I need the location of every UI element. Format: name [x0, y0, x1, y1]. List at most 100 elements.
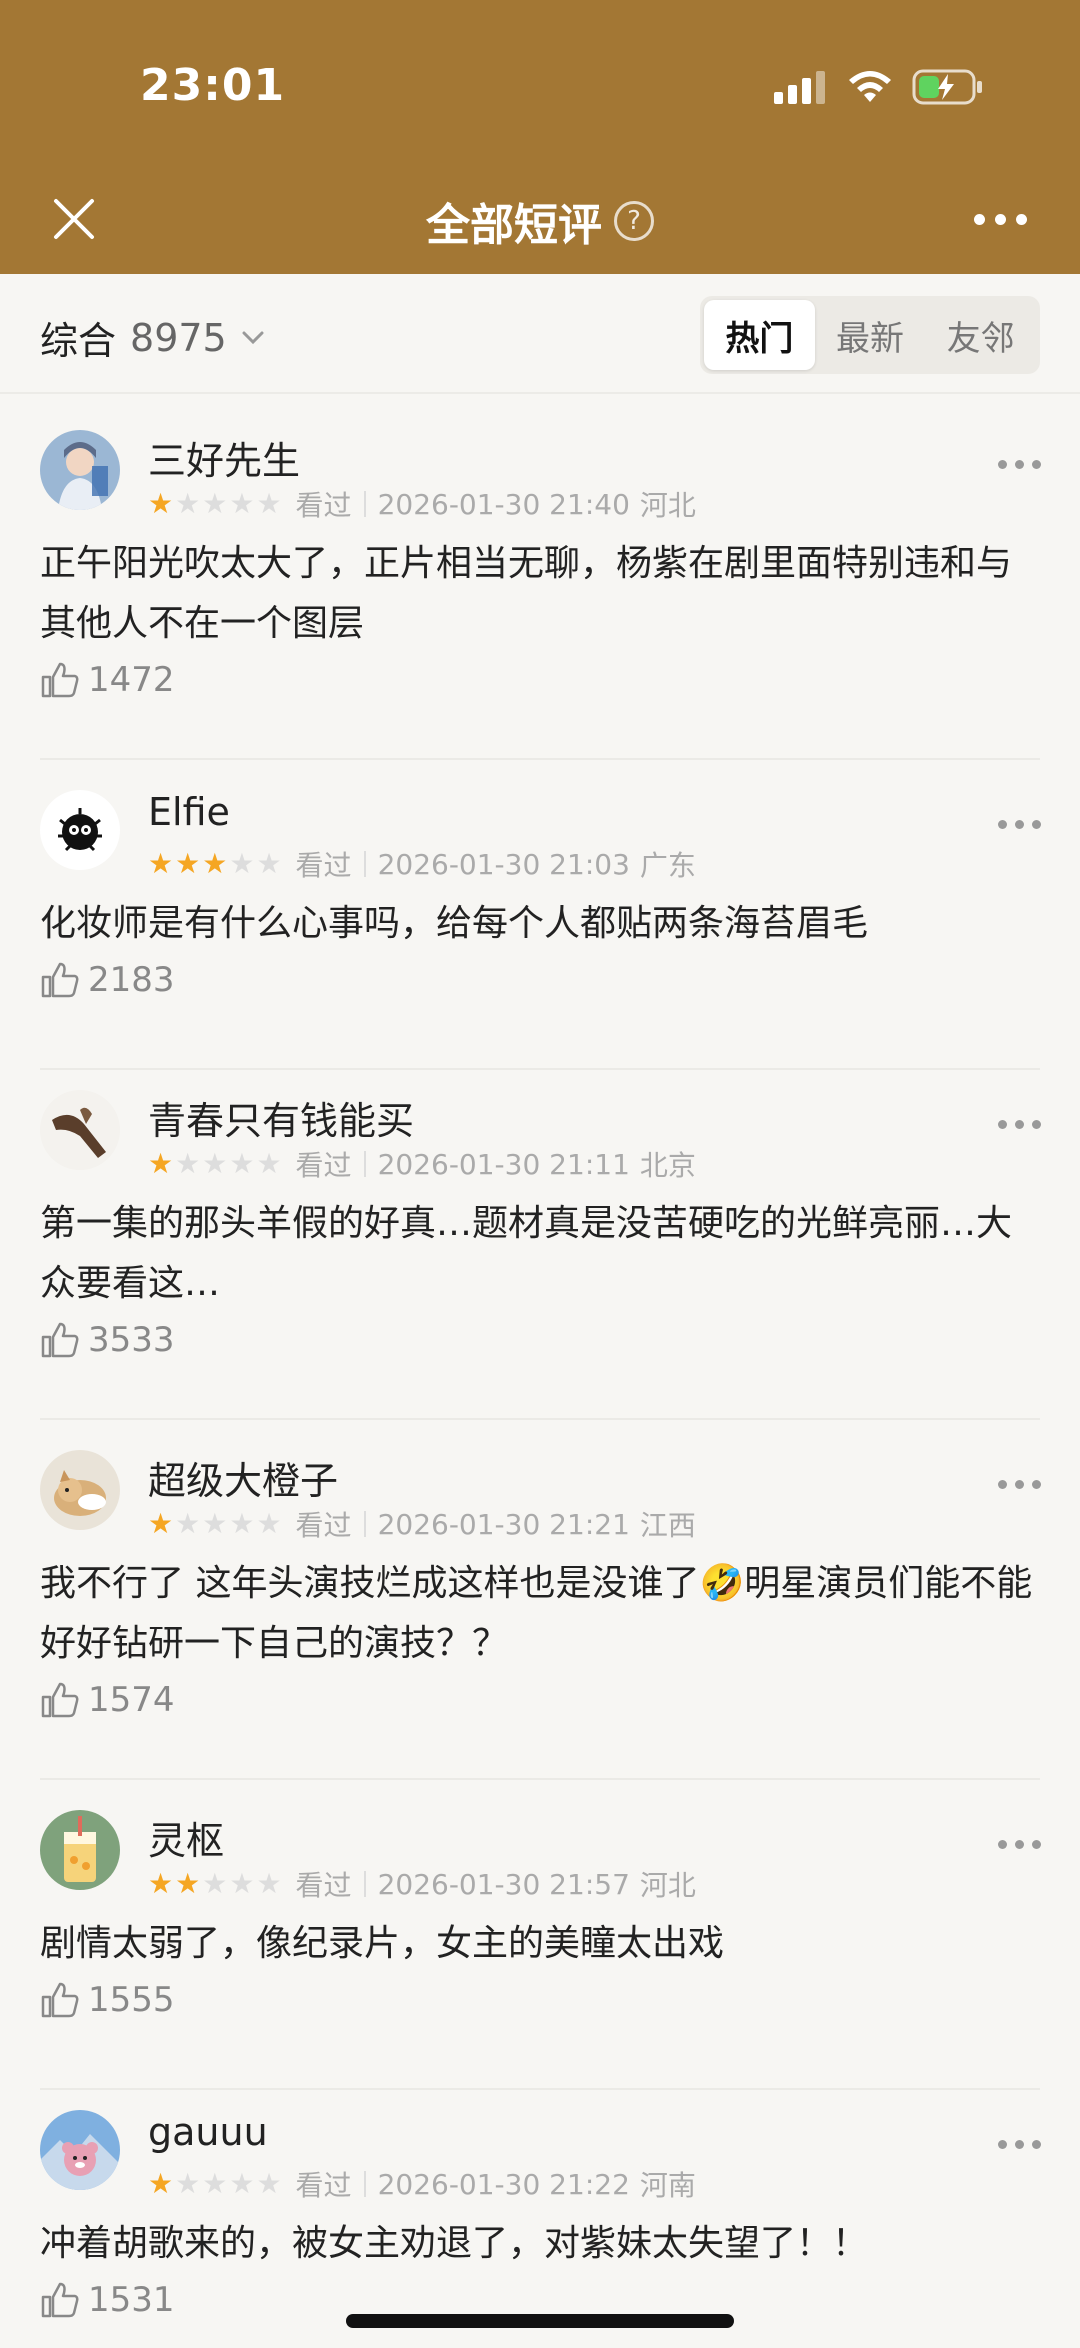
tab-latest[interactable]: 最新	[815, 300, 926, 370]
like-count: 1531	[88, 2280, 175, 2320]
review-text: 冲着胡歌来的，被女主劝退了，对紫妹太失望了！！	[40, 2223, 869, 2264]
like-count: 3533	[88, 1320, 175, 1360]
review-more-button[interactable]	[998, 460, 1041, 469]
review-more-button[interactable]	[998, 1480, 1041, 1489]
star-icon: ★	[175, 1867, 201, 1900]
cellular-signal-icon	[774, 71, 825, 104]
like-count: 1555	[88, 1980, 175, 2020]
filter-bar: 综合 8975 热门 最新 友邻	[0, 274, 1080, 394]
divider	[363, 1871, 366, 1897]
review-text: 剧情太弱了，像纪录片，女主的美瞳太出戏	[40, 1923, 725, 1964]
star-rating: ★ ★ ★ ★ ★	[148, 850, 282, 878]
star-icon: ★	[229, 1867, 255, 1900]
home-indicator[interactable]	[346, 2314, 734, 2328]
avatar[interactable]	[40, 1090, 120, 1170]
star-icon: ★	[148, 847, 174, 880]
dot-icon	[998, 460, 1007, 469]
username[interactable]: 青春只有钱能买	[148, 1090, 414, 1145]
username[interactable]: Elfie	[148, 790, 230, 834]
review-more-button[interactable]	[998, 1840, 1041, 1849]
avatar[interactable]	[40, 790, 120, 870]
divider	[363, 1511, 366, 1537]
star-icon: ★	[256, 1867, 282, 1900]
like-button[interactable]: 2183	[40, 960, 175, 1000]
star-icon: ★	[202, 1507, 228, 1540]
watched-status: 看过	[295, 1149, 352, 1182]
watched-status: 看过	[295, 489, 352, 522]
like-button[interactable]: 1472	[40, 660, 175, 700]
review-text: 正午阳光吹太大了，正片相当无聊，杨紫在剧里面特别违和与其他人不在一个图层	[40, 543, 1013, 644]
review-text: 第一集的那头羊假的好真…题材真是没苦硬吃的光鲜亮丽…大众要看这…	[40, 1203, 1013, 1304]
more-options-button[interactable]	[968, 199, 1032, 239]
tab-friends[interactable]: 友邻	[925, 300, 1036, 370]
like-button[interactable]: 1531	[40, 2280, 175, 2320]
star-icon: ★	[148, 487, 174, 520]
review-meta: ★ ★ ★ ★ ★ 看过 2026-01-30 21:40 河北	[148, 484, 696, 524]
divider	[363, 2171, 366, 2197]
dot-icon	[1015, 1840, 1024, 1849]
like-button[interactable]: 3533	[40, 1320, 175, 1360]
review-meta: ★ ★ ★ ★ ★ 看过 2026-01-30 21:21 江西	[148, 1504, 696, 1544]
avatar[interactable]	[40, 1450, 120, 1530]
star-icon: ★	[148, 2167, 174, 2200]
star-icon: ★	[175, 1507, 201, 1540]
dot-icon	[1032, 1120, 1041, 1129]
review-item: Elfie ★ ★ ★ ★ ★ 看过 2026-01-30 21:03 广东化妆师是有什么心事吗…	[0, 790, 1080, 1070]
review-divider	[40, 758, 1040, 760]
dot-icon	[1032, 820, 1041, 829]
help-icon[interactable]: ?	[614, 201, 654, 241]
page-title: 全部短评	[426, 200, 602, 251]
review-item: 三好先生 ★ ★ ★ ★ ★ 看过 2026-01-30 21:40 河北 正午阳光吹太大了，正片…	[0, 430, 1080, 760]
sort-dropdown[interactable]: 综合 8975	[40, 310, 265, 365]
dot-icon	[1015, 1480, 1024, 1489]
username[interactable]: gauuu	[148, 2110, 268, 2154]
star-icon: ★	[148, 1867, 174, 1900]
review-meta: ★ ★ ★ ★ ★ 看过 2026-01-30 21:03 广东	[148, 844, 696, 884]
review-more-button[interactable]	[998, 820, 1041, 829]
dot-icon	[1015, 820, 1024, 829]
review-more-button[interactable]	[998, 2140, 1041, 2149]
avatar[interactable]	[40, 1810, 120, 1890]
tab-hot[interactable]: 热门	[704, 300, 815, 370]
review-count: 8975	[130, 315, 227, 360]
sort-label: 综合	[40, 319, 117, 363]
star-icon: ★	[229, 487, 255, 520]
dot-icon	[973, 213, 985, 225]
avatar[interactable]	[40, 430, 120, 510]
star-icon: ★	[175, 1147, 201, 1180]
username[interactable]: 灵枢	[148, 1810, 224, 1865]
star-icon: ★	[229, 1507, 255, 1540]
like-button[interactable]: 1574	[40, 1680, 175, 1720]
watched-status: 看过	[295, 1509, 352, 1542]
review-location: 河南	[639, 2169, 696, 2202]
star-icon: ★	[202, 1867, 228, 1900]
like-button[interactable]: 1555	[40, 1980, 175, 2020]
dot-icon	[1015, 213, 1027, 225]
star-icon: ★	[256, 1147, 282, 1180]
thumbs-up-icon	[41, 1322, 79, 1358]
thumbs-up-icon	[41, 1982, 79, 2018]
wifi-icon	[849, 71, 891, 102]
thumbs-up-icon	[41, 962, 79, 998]
review-more-button[interactable]	[998, 1120, 1041, 1129]
avatar[interactable]	[40, 2110, 120, 2190]
star-icon: ★	[229, 1147, 255, 1180]
review-text: 化妆师是有什么心事吗，给每个人都贴两条海苔眉毛	[40, 903, 869, 944]
dot-icon	[1032, 460, 1041, 469]
chevron-down-icon	[242, 331, 264, 344]
watched-status: 看过	[295, 1869, 352, 1902]
star-icon: ★	[202, 2167, 228, 2200]
review-divider	[40, 2088, 1040, 2090]
review-item: 青春只有钱能买 ★ ★ ★ ★ ★ 看过 2026-01-30 21:11 北京 第一集的那头羊假…	[0, 1090, 1080, 1420]
star-icon: ★	[256, 847, 282, 880]
dot-icon	[998, 1120, 1007, 1129]
username[interactable]: 三好先生	[148, 430, 300, 485]
star-icon: ★	[175, 847, 201, 880]
divider	[363, 1151, 366, 1177]
username[interactable]: 超级大橙子	[148, 1450, 338, 1505]
dot-icon	[1015, 460, 1024, 469]
review-date: 2026-01-30 21:11	[377, 1147, 630, 1181]
navigation-bar: 全部短评 ?	[0, 175, 1080, 274]
star-rating: ★ ★ ★ ★ ★	[148, 2170, 282, 2198]
dot-icon	[998, 1480, 1007, 1489]
